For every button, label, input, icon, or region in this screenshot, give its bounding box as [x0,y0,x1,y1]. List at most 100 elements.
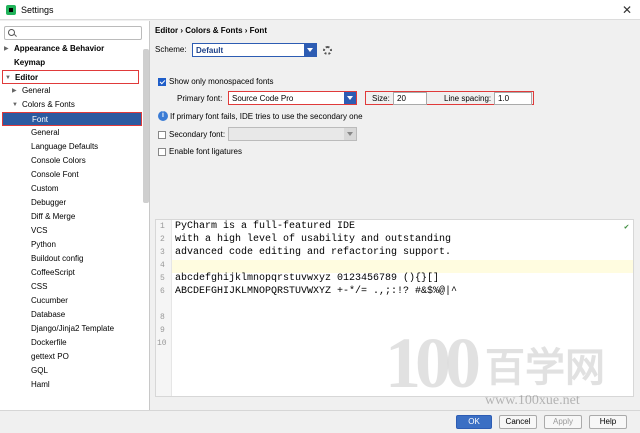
sidebar-item-label: Editor [15,73,39,82]
primary-font-label: Primary font: [177,94,223,103]
sidebar-item-haml[interactable]: Haml [31,378,50,392]
line-number: 9 [160,326,165,335]
check-icon: ✔ [624,223,629,232]
monospaced-checkbox[interactable] [158,78,166,86]
sidebar-item-general-colors[interactable]: General [31,126,59,140]
line-number: 1 [160,222,165,231]
sidebar-item-buildout-config[interactable]: Buildout config [31,252,83,266]
ligatures-checkbox[interactable] [158,148,166,156]
sidebar-item-database[interactable]: Database [31,308,65,322]
preview-line: advanced code editing and refactoring su… [175,247,452,258]
fallback-info-text: If primary font fails, IDE tries to use … [170,112,363,121]
sidebar-item-gettext-po[interactable]: gettext PO [31,350,69,364]
sidebar-item-gql[interactable]: GQL [31,364,48,378]
collapse-arrow-icon: ▼ [5,75,11,81]
sidebar-item-label: Debugger [31,198,67,207]
sidebar-scrollbar[interactable] [143,49,149,203]
sidebar-item-css[interactable]: CSS [31,280,47,294]
preview-line: with a high level of usability and outst… [175,234,452,245]
breadcrumb: Editor › Colors & Fonts › Font [155,26,267,35]
sidebar-item-label: Console Font [31,170,79,179]
sidebar-item-label: Font [32,115,49,124]
close-icon[interactable]: ✕ [622,3,632,17]
preview-line: PyCharm is a full-featured IDE [175,221,356,232]
sidebar-item-label: CSS [31,282,48,291]
line-number: 2 [160,235,165,244]
line-number: 10 [157,339,167,348]
secondary-font-label: Secondary font: [169,130,226,139]
sidebar-item-diff-merge[interactable]: Diff & Merge [31,210,75,224]
size-value: 20 [397,94,406,103]
line-number: 5 [160,274,165,283]
scheme-label: Scheme: [155,45,187,54]
line-number: 4 [160,261,165,270]
scheme-select[interactable]: Default [192,43,317,57]
sidebar-item-editor[interactable]: ▼ Editor [2,70,139,84]
dialog-button-bar: OK Cancel Apply Help [0,410,640,433]
sidebar-item-general[interactable]: ▶ General [12,84,142,98]
expand-arrow-icon: ▶ [12,88,17,94]
sidebar-item-label: CoffeeScript [31,268,75,277]
primary-font-value: Source Code Pro [232,94,294,103]
help-button[interactable]: Help [589,415,627,429]
chevron-down-icon [344,128,356,140]
sidebar-item-dockerfile[interactable]: Dockerfile [31,336,67,350]
collapse-arrow-icon: ▼ [12,102,18,108]
line-number: 6 [160,287,165,296]
size-label: Size: [372,94,390,103]
sidebar-item-label: Custom [31,184,59,193]
scheme-value: Default [196,46,224,55]
sidebar-item-label: gettext PO [31,352,69,361]
info-icon: i [158,111,168,121]
sidebar-item-label: Console Colors [31,156,86,165]
ligatures-label: Enable font ligatures [169,147,242,156]
sidebar-item-colors-fonts[interactable]: ▼ Colors & Fonts [12,98,142,112]
line-number: 8 [160,313,165,322]
font-preview-editor[interactable]: ✔ 1 2 3 4 5 6 8 9 10 PyCharm is a full-f… [155,219,634,397]
current-line-highlight [156,260,633,273]
sidebar-item-cucumber[interactable]: Cucumber [31,294,68,308]
sidebar-item-console-font[interactable]: Console Font [31,168,79,182]
ok-button[interactable]: OK [456,415,492,429]
sidebar-item-label: Database [31,310,66,319]
sidebar-item-font[interactable]: Font [2,112,142,126]
sidebar-item-appearance[interactable]: ▶ Appearance & Behavior [4,42,144,56]
expand-arrow-icon: ▶ [4,46,9,52]
sidebar-item-vcs[interactable]: VCS [31,224,47,238]
size-input[interactable]: 20 [393,92,427,105]
preview-line: abcdefghijklmnopqrstuvwxyz 0123456789 ()… [175,273,440,284]
preview-line: ABCDEFGHIJKLMNOPQRSTUVWXYZ +-*/= .,;:!? … [175,286,458,297]
secondary-font-checkbox[interactable] [158,131,166,139]
sidebar-item-label: Python [31,240,56,249]
secondary-font-select[interactable] [228,127,357,141]
sidebar-item-label: Language Defaults [31,142,99,151]
sidebar-item-label: Cucumber [31,296,68,305]
settings-search-input[interactable] [4,26,142,40]
primary-font-select[interactable]: Source Code Pro [228,91,357,105]
sidebar-item-label: Diff & Merge [31,212,76,221]
apply-button[interactable]: Apply [544,415,582,429]
sidebar-item-label: Colors & Fonts [22,100,75,109]
sidebar-item-debugger[interactable]: Debugger [31,196,66,210]
line-spacing-input[interactable]: 1.0 [494,92,532,105]
sidebar-item-label: Appearance & Behavior [14,44,105,53]
sidebar-item-label: Dockerfile [31,338,67,347]
line-number-gutter [156,220,172,396]
line-spacing-label: Line spacing: [444,94,492,103]
sidebar-item-console-colors[interactable]: Console Colors [31,154,86,168]
monospaced-label: Show only monospaced fonts [169,77,274,86]
cancel-button[interactable]: Cancel [499,415,537,429]
gear-icon[interactable] [323,46,332,55]
sidebar-item-coffeescript[interactable]: CoffeeScript [31,266,75,280]
sidebar-item-label: General [31,128,60,137]
sidebar-item-keymap[interactable]: Keymap [4,56,144,70]
sidebar-item-django-template[interactable]: Django/Jinja2 Template [31,322,114,336]
sidebar-item-python[interactable]: Python [31,238,56,252]
sidebar-item-custom[interactable]: Custom [31,182,59,196]
settings-sidebar: ▶ Appearance & Behavior Keymap ▼ Editor … [0,21,150,410]
font-settings-panel: Editor › Colors & Fonts › Font Scheme: D… [151,21,640,410]
chevron-down-icon [304,44,316,56]
sidebar-item-language-defaults[interactable]: Language Defaults [31,140,98,154]
pycharm-icon [6,5,16,15]
sidebar-item-label: General [22,86,51,95]
